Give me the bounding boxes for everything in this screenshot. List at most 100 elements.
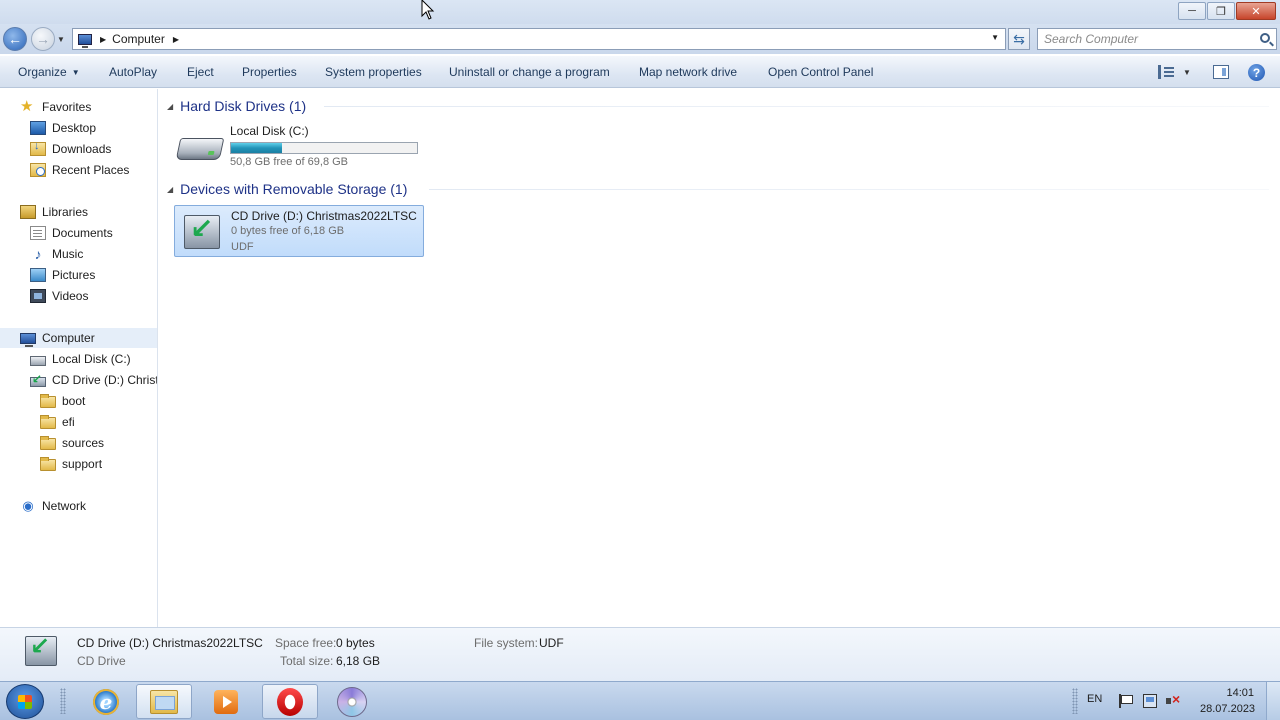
group-hard-disk-drives[interactable]: ◢ Hard Disk Drives (1) [167,96,306,116]
action-center-flag-icon[interactable] [1119,694,1133,708]
address-bar[interactable]: ▶ Computer ▶ ▼ [72,28,1006,50]
videos-icon [30,289,46,303]
nav-desktop[interactable]: Desktop [30,118,96,138]
chevron-right-icon[interactable]: ▶ [100,35,106,44]
start-button[interactable] [6,684,44,719]
network-tray-icon[interactable] [1143,694,1157,708]
group-divider [324,106,1269,107]
nav-folder-efi[interactable]: efi [40,412,75,432]
address-dropdown-icon[interactable]: ▼ [991,33,999,42]
group-removable-storage[interactable]: ◢ Devices with Removable Storage (1) [167,179,407,199]
volume-muted-icon[interactable] [1166,691,1180,708]
windows-logo-icon [18,694,32,709]
drive-free-space: 50,8 GB free of 69,8 GB [230,156,349,168]
total-size-label: Total size: [280,654,334,668]
drive-tile-local-disk[interactable]: Local Disk (C:) 50,8 GB free of 69,8 GB [174,120,424,172]
back-button[interactable]: ← [3,27,27,51]
command-bar: Organize ▼ AutoPlay Eject Properties Syst… [0,56,1280,88]
drive-tile-cd-drive[interactable]: CD Drive (D:) Christmas2022LTSC 0 bytes … [174,205,424,257]
search-box[interactable] [1037,28,1277,50]
forward-button[interactable]: → [31,27,55,51]
opera-icon [277,687,303,716]
clock-date[interactable]: 28.07.2023 [1200,703,1255,715]
group-divider [429,189,1269,190]
folder-icon [40,415,56,429]
map-network-drive-button[interactable]: Map network drive [639,65,737,79]
internet-explorer-icon: e [93,688,119,715]
language-indicator[interactable]: EN [1087,693,1102,705]
nav-favorites[interactable]: ★ Favorites [20,97,91,117]
clock-time[interactable]: 14:01 [1200,687,1254,699]
nav-libraries[interactable]: Libraries [20,202,88,222]
search-icon[interactable] [1260,33,1270,43]
nav-folder-boot[interactable]: boot [40,391,85,411]
recent-places-icon [30,163,46,177]
nav-folder-support[interactable]: support [40,454,102,474]
nav-label: boot [62,394,86,408]
group-title: Devices with Removable Storage (1) [180,181,408,197]
group-title: Hard Disk Drives (1) [180,98,307,114]
nav-videos[interactable]: Videos [30,286,88,306]
media-player-icon [214,689,238,714]
properties-button[interactable]: Properties [242,65,297,79]
view-options-icon[interactable] [1158,65,1174,79]
cd-drive-icon [184,212,220,249]
windows-explorer-icon [150,689,178,714]
window-controls: ─ ❐ ✕ [1177,2,1276,20]
navigation-pane: ★ Favorites Desktop Downloads Recent Pla… [0,89,158,627]
preview-pane-icon[interactable] [1213,65,1229,79]
nav-network[interactable]: ◉ Network [20,496,86,516]
show-desktop-button[interactable] [1266,682,1280,720]
breadcrumb-computer[interactable]: Computer [112,32,165,46]
taskbar-internet-explorer[interactable]: e [78,684,134,719]
nav-label: Documents [52,226,113,240]
dvd-icon [337,686,367,717]
taskbar-opera[interactable] [262,684,318,719]
organize-label: Organize [18,65,67,79]
recent-pages-dropdown[interactable]: ▼ [57,35,65,44]
search-input[interactable] [1044,29,1254,49]
uninstall-program-button[interactable]: Uninstall or change a program [449,65,610,79]
restore-button[interactable]: ❐ [1207,2,1235,20]
hard-disk-icon [30,355,46,366]
minimize-button[interactable]: ─ [1178,2,1206,20]
folder-icon [40,394,56,408]
hard-disk-icon [175,138,225,160]
nav-music[interactable]: ♪ Music [30,244,84,264]
open-control-panel-button[interactable]: Open Control Panel [768,65,873,79]
view-dropdown-icon[interactable]: ▼ [1183,68,1191,77]
drive-file-system: UDF [231,241,254,253]
close-button[interactable]: ✕ [1236,2,1276,20]
folder-icon [40,457,56,471]
system-properties-button[interactable]: System properties [325,65,422,79]
nav-folder-sources[interactable]: sources [40,433,104,453]
eject-button[interactable]: Eject [187,65,214,79]
refresh-button[interactable]: ⇆ [1008,28,1030,50]
autoplay-button[interactable]: AutoPlay [109,65,157,79]
nav-pictures[interactable]: Pictures [30,265,95,285]
organize-menu[interactable]: Organize ▼ [18,65,80,79]
details-pane: CD Drive (D:) Christmas2022LTSC CD Drive… [0,627,1280,681]
nav-label: Desktop [52,121,97,135]
collapse-triangle-icon[interactable]: ◢ [167,185,173,194]
chevron-right-icon[interactable]: ▶ [173,35,179,44]
nav-documents[interactable]: Documents [30,223,113,243]
nav-label: Libraries [42,205,89,219]
nav-downloads[interactable]: Downloads [30,139,111,159]
chevron-down-icon: ▼ [71,68,80,77]
tray-grip[interactable] [1072,688,1078,714]
nav-computer[interactable]: Computer [0,328,157,348]
taskbar-dvd-maker[interactable] [324,684,380,719]
taskbar-grip[interactable] [60,688,66,714]
nav-label: efi [62,415,75,429]
nav-recent-places[interactable]: Recent Places [30,160,129,180]
nav-cd-drive[interactable]: CD Drive (D:) Christr [30,370,157,390]
help-icon[interactable]: ? [1248,64,1265,81]
nav-label: Videos [52,289,89,303]
taskbar-windows-explorer[interactable] [136,684,192,719]
collapse-triangle-icon[interactable]: ◢ [167,102,173,111]
taskbar-media-player[interactable] [198,684,254,719]
nav-label: Music [52,247,84,261]
nav-local-disk[interactable]: Local Disk (C:) [30,349,131,369]
nav-label: Network [42,499,87,513]
